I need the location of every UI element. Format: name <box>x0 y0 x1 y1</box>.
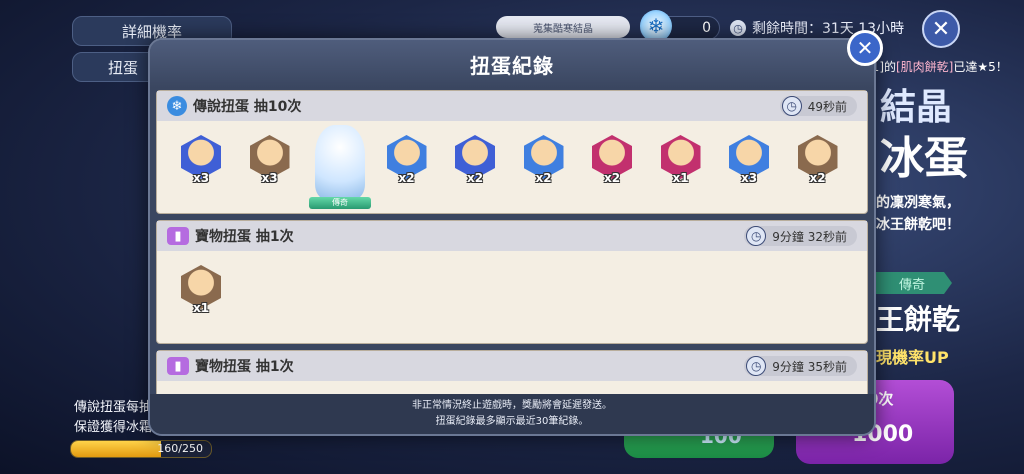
pirate-cookie-icon[interactable]: x2 <box>797 135 842 185</box>
cream-cookie-icon[interactable]: x2 <box>386 135 431 185</box>
magenta-cookie-icon[interactable]: x1 <box>660 135 705 185</box>
item-quantity: x3 <box>741 171 758 185</box>
item-quantity: x1 <box>193 301 210 315</box>
remaining-time-text: 剩餘時間：31天 13小時 <box>752 21 905 37</box>
entry-time-text: 9分鐘 32秒前 <box>772 229 847 244</box>
entry-header: ▮ 寶物扭蛋 抽1次 ◷ 9分鐘 35秒前 <box>157 351 867 381</box>
left-info-1: 傳說扭蛋每抽 <box>74 400 153 415</box>
modal-footer: 非正常情況終止遊戲時，獎勵將會延遲發送。 扭蛋紀錄最多顯示最近30筆紀錄。 <box>150 394 874 434</box>
banner-desc-2: 冰王餅乾吧！ <box>876 217 960 233</box>
banner-title-bottom: 冰蛋 <box>880 133 968 184</box>
legend-tag: 傳奇 <box>872 272 952 294</box>
notice-cookie: [肌肉餅乾] <box>896 60 954 74</box>
legend-badge: 傳奇 <box>309 197 371 209</box>
item-quantity: x2 <box>535 171 552 185</box>
history-entry: ▮ 寶物扭蛋 抽1次 ◷ 9分鐘 32秒前 x1 <box>156 220 868 344</box>
footer-note-2: 扭蛋紀錄最多顯示最近30筆紀錄。 <box>435 416 589 427</box>
clock-icon: ◷ <box>746 226 767 246</box>
clock-icon: ◷ <box>781 96 802 116</box>
pity-progress-bar: 160/250 <box>70 440 212 458</box>
entry-title: 寶物扭蛋 抽1次 <box>195 229 294 245</box>
item-quantity: x3 <box>261 171 278 185</box>
entry-time: ◷ 49秒前 <box>779 96 857 116</box>
history-list[interactable]: ❄ 傳說扭蛋 抽10次 ◷ 49秒前 傳奇 x3 x3 x2 x2 x2 x2 x1 x3 x2… <box>156 90 868 394</box>
ticket-icon: ▮ <box>167 357 189 375</box>
entry-header: ▮ 寶物扭蛋 抽1次 ◷ 9分鐘 32秒前 <box>157 221 867 251</box>
frost-queen-cookie-figure <box>315 125 365 199</box>
item-quantity: x2 <box>604 171 621 185</box>
footer-note-1: 非正常情況終止遊戲時，獎勵將會延遲發送。 <box>412 400 612 411</box>
entry-title: 傳說扭蛋 抽10次 <box>193 99 302 115</box>
entry-items: 傳奇 x3 x3 x2 x2 x2 x2 x1 x3 x2 <box>157 121 867 213</box>
event-pill: 蒐集酷寒結晶 <box>496 16 630 38</box>
green-cookie-icon[interactable]: x3 <box>729 135 773 185</box>
frost-queen-cookie-icon[interactable]: 傳奇 <box>305 125 373 209</box>
entry-time-text: 49秒前 <box>807 99 847 114</box>
modal-close-button[interactable]: ✕ <box>847 30 883 66</box>
red-cookie-icon[interactable]: x2 <box>592 135 636 185</box>
entry-time-text: 9分鐘 35秒前 <box>772 359 847 374</box>
item-quantity: x1 <box>672 171 689 185</box>
snowflake-icon: ❄ <box>167 96 187 116</box>
purple-cookie-icon[interactable]: x3 <box>181 135 225 185</box>
clock-icon: ◷ <box>746 356 767 376</box>
history-entry: ▮ 寶物扭蛋 抽1次 ◷ 9分鐘 35秒前 <box>156 350 868 394</box>
banner-rate-up: 現機率UP <box>876 348 949 367</box>
entry-title: 寶物扭蛋 抽1次 <box>195 359 294 375</box>
banner-cookie-name: 王餅乾 <box>876 303 961 336</box>
screen-close-button[interactable]: ✕ <box>922 10 960 48</box>
item-quantity: x2 <box>398 171 415 185</box>
left-info-2: 保證獲得冰霜 <box>74 420 153 435</box>
violet-cookie-icon[interactable]: x2 <box>455 135 499 185</box>
item-quantity: x3 <box>193 171 210 185</box>
banner-desc-1: 的凜冽寒氣， <box>876 195 960 211</box>
clock-icon: ◷ <box>730 20 746 36</box>
treasure-chest-icon[interactable]: x1 <box>181 265 225 315</box>
item-quantity: x2 <box>809 171 826 185</box>
orange-cookie-icon[interactable]: x3 <box>249 135 294 185</box>
modal-title: 扭蛋紀錄 <box>150 40 874 88</box>
ticket-icon: ▮ <box>167 227 189 245</box>
pity-progress-label: 160/250 <box>157 442 203 455</box>
entry-header: ❄ 傳說扭蛋 抽10次 ◷ 49秒前 <box>157 91 867 121</box>
pink-cookie-icon[interactable]: x2 <box>523 135 568 185</box>
entry-items: x1 <box>157 251 867 343</box>
gacha-history-modal: 扭蛋紀錄 ❄ 傳說扭蛋 抽10次 ◷ 49秒前 傳奇 x3 x3 x2 x2 x2 x2 x… <box>148 38 876 436</box>
item-quantity: x2 <box>467 171 484 185</box>
history-entry: ❄ 傳說扭蛋 抽10次 ◷ 49秒前 傳奇 x3 x3 x2 x2 x2 x2 x1 x3 x2 <box>156 90 868 214</box>
notice-suffix: 已達★5！ <box>953 60 1008 74</box>
entry-time: ◷ 9分鐘 32秒前 <box>744 226 857 246</box>
entry-time: ◷ 9分鐘 35秒前 <box>744 356 857 376</box>
